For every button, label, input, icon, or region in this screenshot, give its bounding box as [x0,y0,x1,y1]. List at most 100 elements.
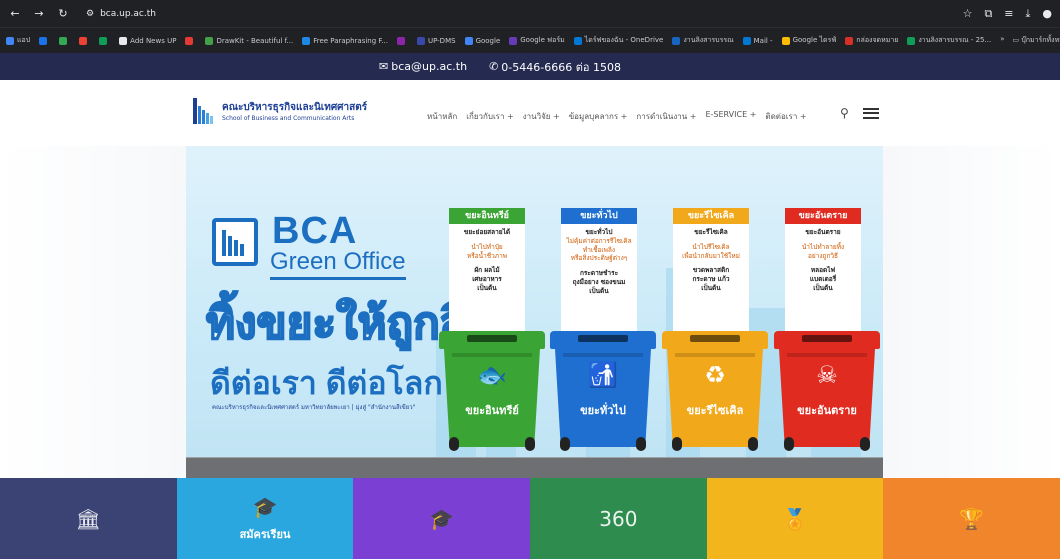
bookmark-item[interactable]: Free Paraphrasing F... [302,36,388,45]
quick-link-icon: 🏛 [75,506,102,531]
bookmark-favicon-icon [845,36,854,45]
menu-item[interactable]: ข้อมูลบุคลากร + [569,110,628,123]
quick-link-tile[interactable]: 🏆 [883,478,1060,559]
bookmark-item[interactable]: Google ไดรฟ์ [781,35,836,46]
search-icon[interactable]: ⚲ [840,106,849,120]
waste-info-line: หรือน้ำชีวภาพ [466,251,508,260]
bookmark-item[interactable] [185,36,196,45]
bookmark-item[interactable] [39,36,50,45]
quick-link-tile[interactable]: 360 [530,478,707,559]
bookmark-favicon-icon [416,36,425,45]
bookmark-item[interactable]: Add News UP [119,36,177,45]
bin-symbol-icon: 🚮 [588,361,618,389]
menu-item[interactable]: เกี่ยวกับเรา + [466,110,513,123]
bookmark-item[interactable]: งานลิงสารบรรณ - 25... [907,35,991,46]
site-logo[interactable]: คณะบริหารธุรกิจและนิเทศศาสตร์ School of … [193,98,367,124]
bookmark-item[interactable]: แอป [6,35,30,46]
menu-item[interactable]: ติดต่อเรา + [765,110,806,123]
bin-symbol-icon: 🐟 [477,361,507,389]
quick-link-tile[interactable]: 🏛 [0,478,177,559]
bookmark-favicon-icon [205,36,214,45]
bookmark-item[interactable]: งานลิงสารบรรณ [672,35,734,46]
waste-info-line: ขวดพลาสติก [692,266,730,275]
waste-info-line: เป็นต้น [589,286,609,295]
quick-link-icon: 🎓 [252,494,278,519]
bookmark-label: Mail - [753,36,773,45]
waste-info-line: กระดาษชำระ [579,269,619,278]
bookmark-label: Add News UP [130,36,177,45]
waste-info-line: ขยะย่อยสลายได้ [463,228,511,236]
waste-info-line: ขยะรีไซเคิล [694,228,728,236]
waste-info-card: ขยะทั่วไป ขยะทั่วไป ไม่คุ้มค่าต่อการรีไซเค… [561,208,637,334]
bookmark-favicon-icon [185,36,194,45]
reload-icon[interactable]: ↻ [56,7,70,20]
waste-info-line: อย่างถูกวิธี [807,251,839,260]
bookmark-item[interactable]: UP-DMS [416,36,456,45]
waste-info-card: ขยะอินทรีย์ ขยะย่อยสลายได้ นำไปทำปุ๋ย หรือน… [449,208,525,334]
bookmark-item[interactable]: Google ฟอร์ม [509,35,565,46]
waste-info-line: ไม่คุ้มค่าต่อการรีไซเคิล [566,236,632,245]
contact-bar: ✉ bca@up.ac.th ✆ 0-5446-6666 ต่อ 1508 [0,53,1060,80]
bin-label: ขยะอินทรีย์ [465,404,519,417]
star-icon[interactable]: ☆ [963,7,973,20]
bookmark-item[interactable]: DrawKit - Beautiful f... [205,36,294,45]
bookmark-favicon-icon [302,36,311,45]
hero-slogan-main: ทิ้งขยะให้ถูกสี [205,298,468,349]
menu-item[interactable]: หน้าหลัก [427,110,457,123]
bookmark-favicon-icon [464,36,473,45]
bin-label: ขยะรีไซเคิล [686,404,744,417]
bookmarks-more-icon[interactable]: » [1000,35,1004,46]
waste-info-line: ขยะทั่วไป [585,228,613,236]
quick-link-tile[interactable]: 🏅 [706,478,884,559]
profile-icon[interactable]: ● [1042,7,1052,20]
bookmark-item[interactable] [99,36,110,45]
address-url: bca.up.ac.th [100,8,156,19]
bookmark-favicon-icon [573,36,582,45]
menu-item[interactable]: งานวิจัย + [523,110,560,123]
back-icon[interactable]: ← [8,7,22,20]
page-background-left [0,146,186,478]
bookmarks-bar: แอป Add News UP DrawKit - Beautiful f... Fr… [0,27,1060,53]
address-bar[interactable]: ⚙ bca.up.ac.th [80,3,162,24]
email-link[interactable]: ✉ bca@up.ac.th [379,60,467,73]
quick-links: 🏛 🎓 สมัครเรียน 🎓 360 🏅 🏆 [0,478,1060,559]
bookmark-item[interactable] [396,36,408,45]
menu-item[interactable]: E-SERVICE + [705,110,756,123]
mail-icon: ✉ [379,60,389,73]
bookmark-label: DrawKit - Beautiful f... [216,36,294,45]
media-icon[interactable]: ≡ [1004,7,1013,20]
bookmark-item[interactable]: กล่องจดหมาย [845,35,898,46]
bookmark-item[interactable]: ไดร์ฟของฉัน - OneDrive [573,35,663,46]
quick-link-label: สมัครเรียน [239,527,291,541]
logo-text-en: School of Business and Communication Art… [222,115,355,122]
extensions-icon[interactable]: ⧉ [984,7,992,21]
bookmark-favicon-icon [6,36,14,45]
download-icon[interactable]: ⤓ [1026,7,1031,21]
phone-link[interactable]: ✆ 0-5446-6666 ต่อ 1508 [489,58,621,76]
quick-link-tile[interactable]: 🎓 [353,478,531,559]
main-menu: หน้าหลัก เกี่ยวกับเรา + งานวิจัย + ข้อมูลบุ… [427,110,807,123]
trash-bin: 🚮 ขยะทั่วไป [550,331,656,451]
waste-category-tag: ขยะอันตราย [785,208,861,224]
site-info-icon[interactable]: ⚙ [86,9,94,19]
waste-info-line: นำไปทำปุ๋ย [471,242,503,251]
hamburger-menu-icon[interactable] [862,107,879,119]
bookmark-favicon-icon [99,36,108,45]
bca-logo-icon [212,218,258,266]
quick-link-icon: 🏅 [782,506,808,531]
bookmark-favicon-icon [509,36,518,45]
bin-symbol-icon: ☠ [816,361,838,389]
waste-info-line: ขยะอันตราย [805,228,841,236]
forward-icon[interactable]: → [32,7,46,20]
bin-label: ขยะทั่วไป [580,404,626,417]
bookmark-favicon-icon [742,36,751,45]
quick-link-tile[interactable]: 🎓 สมัครเรียน [176,478,354,559]
bookmark-item[interactable] [79,36,90,45]
bookmark-item[interactable] [59,36,70,45]
menu-item[interactable]: การดำเนินงาน + [636,110,696,123]
bin-label: ขยะอันตราย [797,404,857,417]
bookmark-item[interactable]: Google [464,36,500,45]
bookmark-item[interactable]: Mail - [742,36,773,45]
waste-category-tag: ขยะรีไซเคิล [673,208,749,224]
bookmarks-folder[interactable]: ▭ บุ๊กมาร์กทั้งหมด [1012,35,1060,46]
